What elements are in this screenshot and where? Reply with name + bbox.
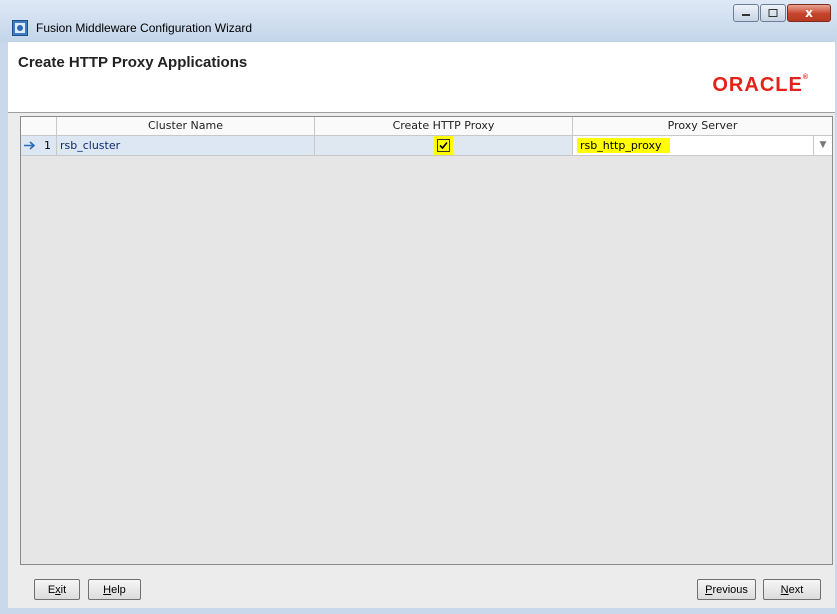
minimize-button[interactable] [733,4,759,22]
create-http-proxy-cell[interactable] [315,136,573,155]
create-http-proxy-checkbox[interactable] [437,139,450,152]
table-row[interactable]: 1 rsb_cluster rsb_http_proxy ▼ [21,136,832,156]
oracle-logo: ORACLE® [712,74,809,96]
exit-button-label: Exit [47,583,67,596]
proxy-table-panel: Cluster Name Create HTTP Proxy Proxy Ser… [20,116,833,565]
window-controls: x [732,4,831,22]
title-bar[interactable]: Fusion Middleware Configuration Wizard x [0,0,837,42]
table-header: Cluster Name Create HTTP Proxy Proxy Ser… [21,117,832,136]
proxy-server-value: rsb_http_proxy [577,138,670,153]
help-button[interactable]: Help [88,579,141,600]
window-title: Fusion Middleware Configuration Wizard [36,21,253,35]
close-button[interactable]: x [787,4,831,22]
page-header: Create HTTP Proxy Applications ORACLE® [8,42,835,113]
close-icon: x [805,6,813,20]
proxy-server-dropdown[interactable]: rsb_http_proxy ▼ [573,136,832,155]
cluster-name-cell[interactable]: rsb_cluster [57,136,315,155]
next-button-label: Next [780,583,804,596]
row-indicator: 1 [21,136,57,155]
wizard-client-area: Create HTTP Proxy Applications ORACLE® C… [8,42,835,608]
arrow-right-icon [24,141,36,150]
proxy-table: Cluster Name Create HTTP Proxy Proxy Ser… [21,117,832,156]
next-button[interactable]: Next [763,579,821,600]
maximize-icon [768,9,778,17]
column-header-proxy-server[interactable]: Proxy Server [573,117,832,135]
minimize-icon [742,14,750,16]
column-header-index [21,117,57,135]
checkmark-icon [439,141,448,150]
maximize-button[interactable] [760,4,786,22]
page-title: Create HTTP Proxy Applications [18,54,248,71]
previous-button[interactable]: Previous [697,579,756,600]
help-button-label: Help [103,583,126,596]
chevron-down-icon[interactable]: ▼ [813,136,832,155]
column-header-cluster-name[interactable]: Cluster Name [57,117,315,135]
row-number: 1 [44,139,51,152]
exit-button[interactable]: Exit [34,579,80,600]
column-header-create-http-proxy[interactable]: Create HTTP Proxy [315,117,573,135]
wizard-window: Fusion Middleware Configuration Wizard x… [0,0,837,614]
previous-button-label: Previous [705,583,748,596]
wizard-app-icon [12,20,28,36]
